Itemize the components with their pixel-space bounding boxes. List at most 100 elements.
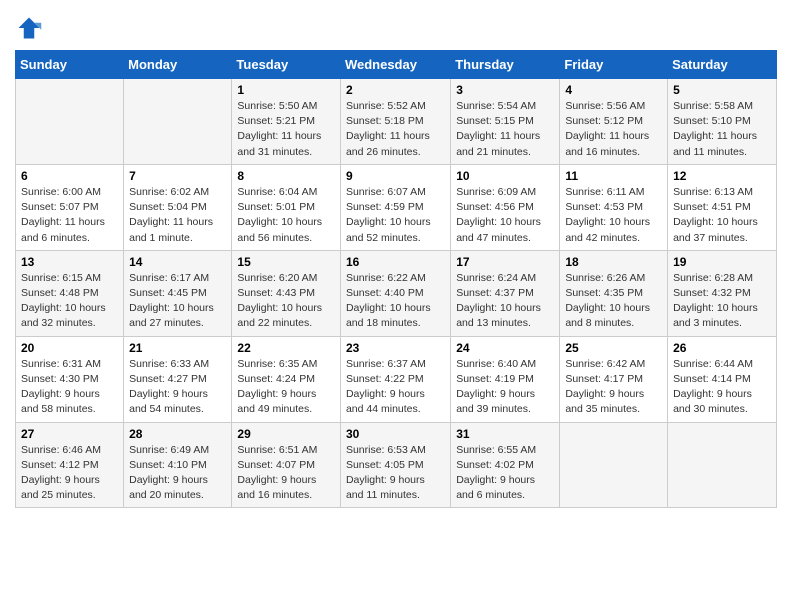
day-number: 28 (129, 427, 226, 441)
calendar-header: SundayMondayTuesdayWednesdayThursdayFrid… (16, 51, 777, 79)
day-info: Sunrise: 6:53 AM Sunset: 4:05 PM Dayligh… (346, 443, 445, 504)
calendar-cell (124, 79, 232, 165)
week-row-4: 20 Sunrise: 6:31 AM Sunset: 4:30 PM Dayli… (16, 336, 777, 422)
day-info: Sunrise: 6:00 AM Sunset: 5:07 PM Dayligh… (21, 185, 118, 246)
calendar-cell: 8Sunrise: 6:04 AM Sunset: 5:01 PM Daylig… (232, 164, 341, 250)
day-number: 23 (346, 341, 445, 355)
day-number: 24 (456, 341, 554, 355)
calendar-cell: 31 Sunrise: 6:55 AM Sunset: 4:02 PM Dayli… (451, 422, 560, 508)
day-info: Sunrise: 5:52 AM Sunset: 5:18 PM Dayligh… (346, 99, 445, 160)
day-info: Sunrise: 6:26 AM Sunset: 4:35 PM Dayligh… (565, 271, 662, 332)
day-number: 26 (673, 341, 771, 355)
day-number: 12 (673, 169, 771, 183)
day-info: Sunrise: 6:31 AM Sunset: 4:30 PM Dayligh… (21, 357, 118, 418)
calendar-cell: 16 Sunrise: 6:22 AM Sunset: 4:40 PM Dayli… (340, 250, 450, 336)
day-number: 6 (21, 169, 118, 183)
day-info: Sunrise: 6:28 AM Sunset: 4:32 PM Dayligh… (673, 271, 771, 332)
day-number: 17 (456, 255, 554, 269)
week-row-2: 6 Sunrise: 6:00 AM Sunset: 5:07 PM Daylig… (16, 164, 777, 250)
day-header-thursday: Thursday (451, 51, 560, 79)
day-number: 25 (565, 341, 662, 355)
day-number: 9 (346, 169, 445, 183)
day-info: Sunrise: 6:07 AM Sunset: 4:59 PM Dayligh… (346, 185, 445, 246)
calendar-cell: 30Sunrise: 6:53 AM Sunset: 4:05 PM Dayli… (340, 422, 450, 508)
calendar-cell: 22 Sunrise: 6:35 AM Sunset: 4:24 PM Dayli… (232, 336, 341, 422)
day-info: Sunrise: 6:11 AM Sunset: 4:53 PM Dayligh… (565, 185, 662, 246)
day-number: 21 (129, 341, 226, 355)
day-header-friday: Friday (560, 51, 668, 79)
day-info: Sunrise: 6:33 AM Sunset: 4:27 PM Dayligh… (129, 357, 226, 418)
day-info: Sunrise: 5:50 AM Sunset: 5:21 PM Dayligh… (237, 99, 335, 160)
day-info: Sunrise: 6:17 AM Sunset: 4:45 PM Dayligh… (129, 271, 226, 332)
day-number: 15 (237, 255, 335, 269)
calendar-body: 1 Sunrise: 5:50 AM Sunset: 5:21 PM Daylig… (16, 79, 777, 508)
day-header-saturday: Saturday (668, 51, 777, 79)
day-info: Sunrise: 6:40 AM Sunset: 4:19 PM Dayligh… (456, 357, 554, 418)
day-number: 19 (673, 255, 771, 269)
day-number: 22 (237, 341, 335, 355)
day-number: 14 (129, 255, 226, 269)
calendar-cell: 1 Sunrise: 5:50 AM Sunset: 5:21 PM Daylig… (232, 79, 341, 165)
calendar-cell: 12 Sunrise: 6:13 AM Sunset: 4:51 PM Dayli… (668, 164, 777, 250)
logo-icon (15, 14, 43, 42)
day-info: Sunrise: 6:20 AM Sunset: 4:43 PM Dayligh… (237, 271, 335, 332)
calendar-cell: 14 Sunrise: 6:17 AM Sunset: 4:45 PM Dayli… (124, 250, 232, 336)
day-info: Sunrise: 5:54 AM Sunset: 5:15 PM Dayligh… (456, 99, 554, 160)
calendar-cell: 24 Sunrise: 6:40 AM Sunset: 4:19 PM Dayli… (451, 336, 560, 422)
week-row-3: 13 Sunrise: 6:15 AM Sunset: 4:48 PM Dayli… (16, 250, 777, 336)
calendar-cell: 29 Sunrise: 6:51 AM Sunset: 4:07 PM Dayli… (232, 422, 341, 508)
day-number: 16 (346, 255, 445, 269)
day-number: 31 (456, 427, 554, 441)
day-number: 27 (21, 427, 118, 441)
day-info: Sunrise: 5:58 AM Sunset: 5:10 PM Dayligh… (673, 99, 771, 160)
day-number: 13 (21, 255, 118, 269)
calendar-cell: 27 Sunrise: 6:46 AM Sunset: 4:12 PM Dayli… (16, 422, 124, 508)
day-number: 4 (565, 83, 662, 97)
day-info: Sunrise: 6:37 AM Sunset: 4:22 PM Dayligh… (346, 357, 445, 418)
day-number: 20 (21, 341, 118, 355)
day-header-wednesday: Wednesday (340, 51, 450, 79)
day-header-sunday: Sunday (16, 51, 124, 79)
day-number: 1 (237, 83, 335, 97)
calendar-cell: 20 Sunrise: 6:31 AM Sunset: 4:30 PM Dayli… (16, 336, 124, 422)
calendar-cell: 26 Sunrise: 6:44 AM Sunset: 4:14 PM Dayli… (668, 336, 777, 422)
calendar-cell: 17 Sunrise: 6:24 AM Sunset: 4:37 PM Dayli… (451, 250, 560, 336)
calendar-cell: 28Sunrise: 6:49 AM Sunset: 4:10 PM Dayli… (124, 422, 232, 508)
day-info: Sunrise: 6:44 AM Sunset: 4:14 PM Dayligh… (673, 357, 771, 418)
day-info: Sunrise: 6:24 AM Sunset: 4:37 PM Dayligh… (456, 271, 554, 332)
day-number: 8 (237, 169, 335, 183)
day-info: Sunrise: 6:42 AM Sunset: 4:17 PM Dayligh… (565, 357, 662, 418)
calendar-cell: 10Sunrise: 6:09 AM Sunset: 4:56 PM Dayli… (451, 164, 560, 250)
calendar-cell: 4 Sunrise: 5:56 AM Sunset: 5:12 PM Daylig… (560, 79, 668, 165)
day-info: Sunrise: 6:35 AM Sunset: 4:24 PM Dayligh… (237, 357, 335, 418)
day-number: 29 (237, 427, 335, 441)
day-info: Sunrise: 6:02 AM Sunset: 5:04 PM Dayligh… (129, 185, 226, 246)
day-header-tuesday: Tuesday (232, 51, 341, 79)
calendar-cell: 15 Sunrise: 6:20 AM Sunset: 4:43 PM Dayli… (232, 250, 341, 336)
day-number: 2 (346, 83, 445, 97)
week-row-5: 27 Sunrise: 6:46 AM Sunset: 4:12 PM Dayli… (16, 422, 777, 508)
calendar-cell: 6 Sunrise: 6:00 AM Sunset: 5:07 PM Daylig… (16, 164, 124, 250)
day-info: Sunrise: 6:15 AM Sunset: 4:48 PM Dayligh… (21, 271, 118, 332)
calendar-cell: 21 Sunrise: 6:33 AM Sunset: 4:27 PM Dayli… (124, 336, 232, 422)
calendar-table: SundayMondayTuesdayWednesdayThursdayFrid… (15, 50, 777, 508)
calendar-cell: 11Sunrise: 6:11 AM Sunset: 4:53 PM Dayli… (560, 164, 668, 250)
day-info: Sunrise: 6:22 AM Sunset: 4:40 PM Dayligh… (346, 271, 445, 332)
day-number: 3 (456, 83, 554, 97)
day-number: 18 (565, 255, 662, 269)
calendar-cell (560, 422, 668, 508)
day-info: Sunrise: 5:56 AM Sunset: 5:12 PM Dayligh… (565, 99, 662, 160)
calendar-cell (16, 79, 124, 165)
day-info: Sunrise: 6:51 AM Sunset: 4:07 PM Dayligh… (237, 443, 335, 504)
day-info: Sunrise: 6:46 AM Sunset: 4:12 PM Dayligh… (21, 443, 118, 504)
day-info: Sunrise: 6:13 AM Sunset: 4:51 PM Dayligh… (673, 185, 771, 246)
calendar-cell: 23 Sunrise: 6:37 AM Sunset: 4:22 PM Dayli… (340, 336, 450, 422)
day-info: Sunrise: 6:55 AM Sunset: 4:02 PM Dayligh… (456, 443, 554, 504)
calendar-cell: 9 Sunrise: 6:07 AM Sunset: 4:59 PM Daylig… (340, 164, 450, 250)
calendar-cell: 13 Sunrise: 6:15 AM Sunset: 4:48 PM Dayli… (16, 250, 124, 336)
calendar-cell: 18 Sunrise: 6:26 AM Sunset: 4:35 PM Dayli… (560, 250, 668, 336)
day-header-monday: Monday (124, 51, 232, 79)
calendar-cell: 7 Sunrise: 6:02 AM Sunset: 5:04 PM Daylig… (124, 164, 232, 250)
calendar-cell: 19 Sunrise: 6:28 AM Sunset: 4:32 PM Dayli… (668, 250, 777, 336)
day-number: 7 (129, 169, 226, 183)
